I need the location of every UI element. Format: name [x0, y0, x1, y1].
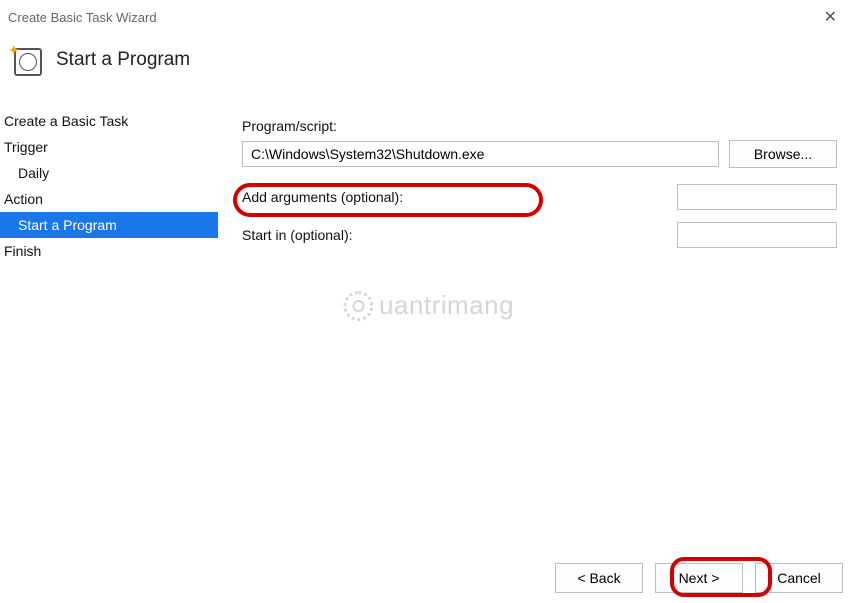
cancel-button[interactable]: Cancel [755, 563, 843, 593]
wizard-footer: < Back Next > Cancel [555, 563, 843, 593]
start-in-label: Start in (optional): [242, 227, 353, 243]
sidebar-item-create-task[interactable]: Create a Basic Task [0, 108, 218, 134]
add-arguments-label: Add arguments (optional): [242, 189, 403, 205]
sidebar-item-trigger[interactable]: Trigger [0, 134, 218, 160]
wizard-header: ✦ Start a Program [0, 30, 857, 100]
watermark: uantrimang [343, 290, 514, 321]
program-script-label: Program/script: [242, 118, 837, 134]
wizard-steps-sidebar: Create a Basic Task Trigger Daily Action… [0, 100, 218, 264]
sidebar-item-action[interactable]: Action [0, 186, 218, 212]
sidebar-item-daily[interactable]: Daily [0, 160, 218, 186]
add-arguments-input[interactable] [677, 184, 837, 210]
watermark-gear-icon [343, 291, 373, 321]
page-title: Start a Program [56, 49, 190, 71]
sidebar-item-finish[interactable]: Finish [0, 238, 218, 264]
wizard-icon: ✦ [10, 44, 42, 76]
start-in-input[interactable] [677, 222, 837, 248]
program-script-input[interactable] [242, 141, 719, 167]
sidebar-item-start-program[interactable]: Start a Program [0, 212, 218, 238]
titlebar: Create Basic Task Wizard ✕ [0, 0, 857, 30]
window-title: Create Basic Task Wizard [8, 10, 157, 25]
back-button[interactable]: < Back [555, 563, 643, 593]
watermark-text: uantrimang [379, 290, 514, 321]
main-panel: Program/script: Browse... Add arguments … [218, 100, 857, 264]
close-icon[interactable]: ✕ [818, 10, 843, 26]
next-button[interactable]: Next > [655, 563, 743, 593]
browse-button[interactable]: Browse... [729, 140, 837, 168]
